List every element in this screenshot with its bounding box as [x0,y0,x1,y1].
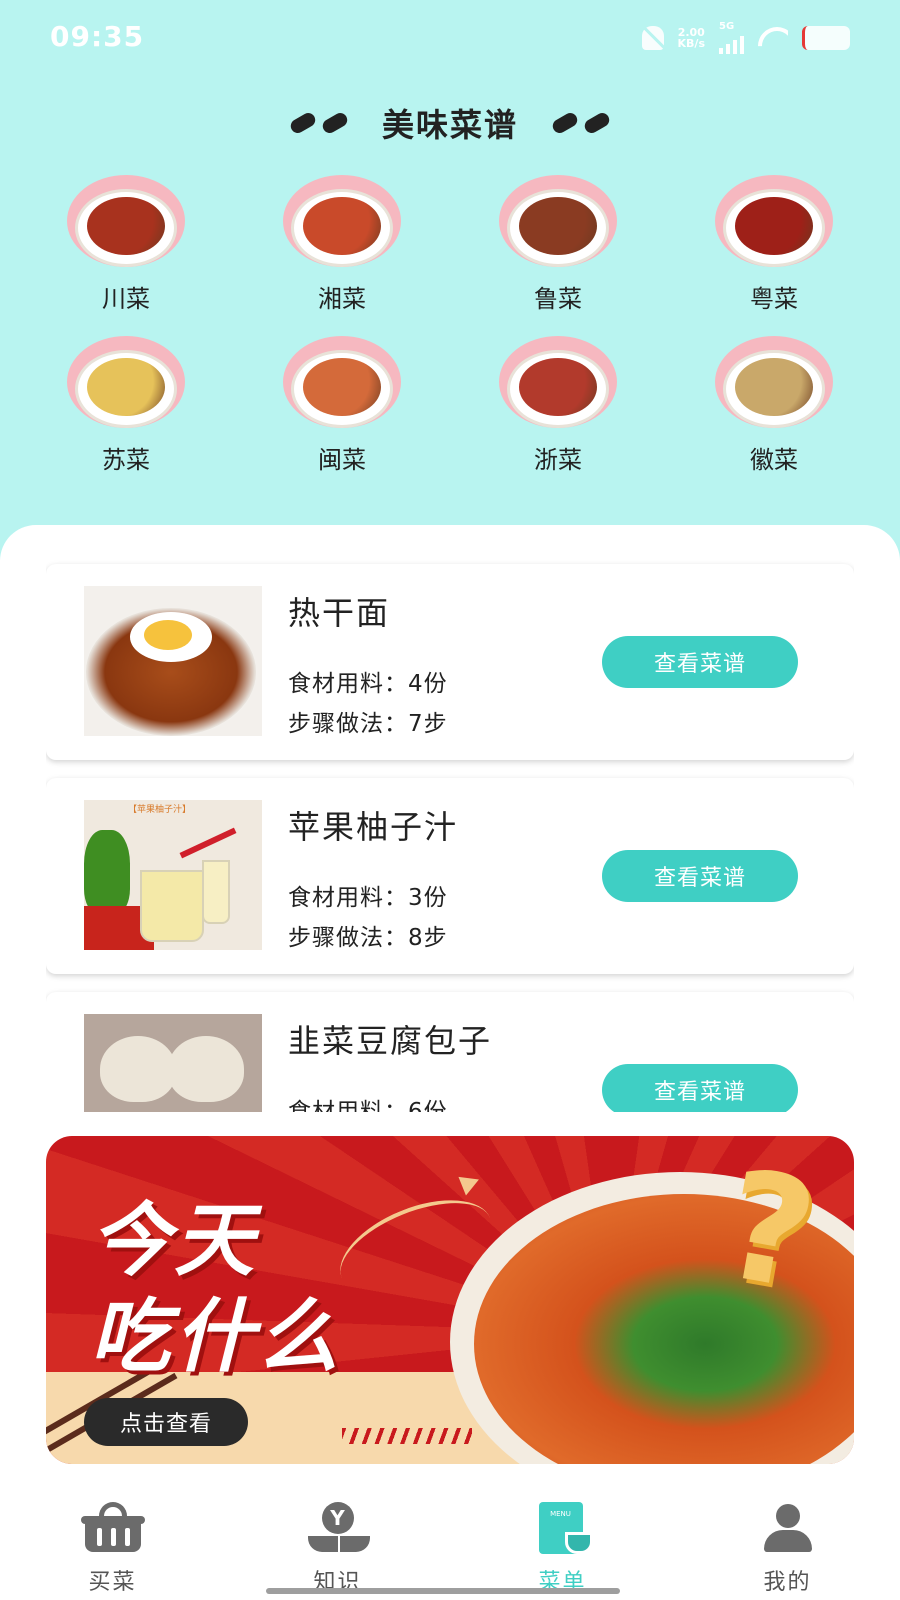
cantonese-dish-image [715,175,833,271]
network-speed: 2.00 KB/s [678,27,705,49]
shandong-dish-image [499,175,617,271]
anhui-dish-image [715,336,833,432]
cuisine-label: 苏菜 [102,446,150,474]
page-header: 美味菜谱 [0,98,900,148]
cuisine-label: 浙菜 [534,446,582,474]
nav-item-knowledge[interactable]: Y 知识 [225,1480,450,1600]
status-icons: 2.00 KB/s 5G [641,22,850,54]
cuisine-item-xiang[interactable]: 湘菜 [234,175,450,314]
home-indicator [266,1588,620,1594]
recipe-list[interactable]: 热干面 食材用料：4份 步骤做法：7步 查看菜谱 【苹果柚子汁】 苹果柚子汁 食… [46,560,854,1112]
thumb-tag: 【苹果柚子汁】 [128,805,192,815]
recipe-ingredients: 食材用料：4份 [288,671,448,697]
cuisine-label: 川菜 [102,285,150,313]
nav-item-buy[interactable]: 买菜 [0,1480,225,1600]
banner-stripes [342,1428,472,1444]
recipe-ingredients: 食材用料：3份 [288,885,448,911]
hunan-dish-image [283,175,401,271]
battery-icon [802,26,850,50]
menu-book-icon: MENU [531,1502,595,1558]
promo-banner[interactable]: ? 今天 吃什么 点击查看 [46,1136,854,1464]
cuisine-item-hui[interactable]: 徽菜 [666,336,882,475]
bottom-nav: 买菜 Y 知识 MENU 菜单 我的 [0,1480,900,1600]
person-icon [756,1502,820,1558]
fujian-dish-image [283,336,401,432]
view-recipe-button[interactable]: 查看菜谱 [602,1064,798,1112]
cuisine-label: 徽菜 [750,446,798,474]
nav-label: 买菜 [88,1570,137,1595]
status-bar: 09:35 2.00 KB/s 5G [0,0,900,76]
cuisine-item-lu[interactable]: 鲁菜 [450,175,666,314]
cuisine-label: 粤菜 [750,285,798,313]
recipe-card[interactable]: 韭菜豆腐包子 食材用料：6份 查看菜谱 [46,992,854,1112]
nav-label: 我的 [763,1570,812,1595]
wifi-icon [758,27,788,49]
zhejiang-dish-image [499,336,617,432]
cuisine-item-min[interactable]: 闽菜 [234,336,450,475]
nav-item-menu[interactable]: MENU 菜单 [450,1480,675,1600]
view-recipe-button[interactable]: 查看菜谱 [602,636,798,688]
network-speed-unit: KB/s [677,37,705,50]
cuisine-item-yue[interactable]: 粤菜 [666,175,882,314]
cuisine-label: 闽菜 [318,446,366,474]
sichuan-dish-image [67,175,185,271]
knowledge-bulb-icon: Y [306,1502,370,1558]
recipe-ingredients: 食材用料：6份 [288,1099,448,1112]
nav-item-profile[interactable]: 我的 [675,1480,900,1600]
left-quote-icon [288,110,350,136]
recipe-steps: 步骤做法：8步 [288,925,448,951]
mute-bell-icon [641,26,664,50]
status-time: 09:35 [50,20,145,53]
basket-icon [80,1502,145,1558]
recipe-card[interactable]: 热干面 食材用料：4份 步骤做法：7步 查看菜谱 [46,564,854,760]
cuisine-grid: 川菜 湘菜 鲁菜 粤菜 苏菜 闽菜 浙菜 徽菜 [18,175,882,475]
cuisine-item-chuan[interactable]: 川菜 [18,175,234,314]
recipe-title: 热干面 [288,594,391,632]
recipe-steps: 步骤做法：7步 [288,711,448,737]
juice-image: 【苹果柚子汁】 [84,800,262,950]
recipe-title: 苹果柚子汁 [288,808,459,846]
cuisine-label: 湘菜 [318,285,366,313]
view-recipe-button[interactable]: 查看菜谱 [602,850,798,902]
reganmian-image [84,586,262,736]
cuisine-item-zhe[interactable]: 浙菜 [450,336,666,475]
cuisine-item-su[interactable]: 苏菜 [18,336,234,475]
page-title: 美味菜谱 [381,106,518,144]
baozi-image [84,1014,262,1112]
recipe-card[interactable]: 【苹果柚子汁】 苹果柚子汁 食材用料：3份 步骤做法：8步 查看菜谱 [46,778,854,974]
signal-icon: 5G [719,22,744,54]
right-quote-icon [550,110,612,136]
jiangsu-dish-image [67,336,185,432]
banner-view-button[interactable]: 点击查看 [84,1398,248,1446]
network-type: 5G [719,21,735,32]
banner-headline-2: 吃什么 [90,1290,342,1383]
recipe-title: 韭菜豆腐包子 [288,1022,493,1060]
cuisine-label: 鲁菜 [534,285,582,313]
menu-icon-text: MENU [550,1510,571,1518]
